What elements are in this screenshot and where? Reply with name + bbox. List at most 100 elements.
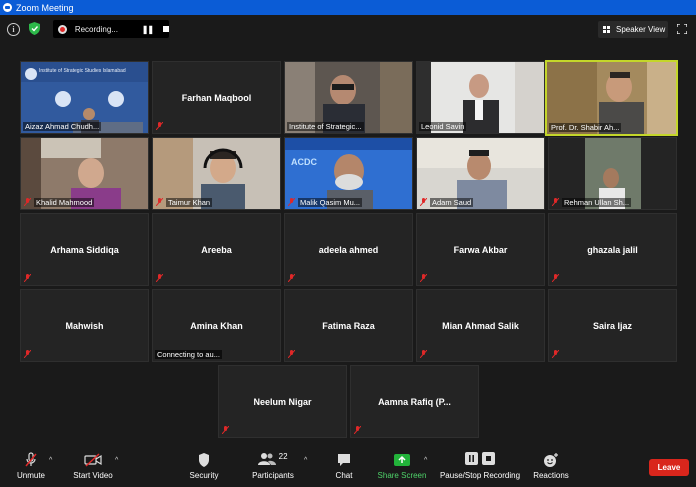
recording-dot-icon	[58, 24, 67, 34]
security-label: Security	[189, 471, 219, 480]
participant-name: Areeba	[201, 244, 232, 255]
muted-mic-icon	[156, 198, 163, 206]
muted-mic-icon	[288, 274, 295, 282]
participant-tile[interactable]: Arhama Siddiqa	[20, 213, 149, 286]
meeting-info-icon[interactable]: i	[7, 23, 20, 36]
muted-mic-icon	[24, 274, 31, 282]
participant-tile[interactable]: Adam Saud	[416, 137, 545, 210]
participant-name: Institute of Strategic...	[287, 122, 364, 131]
participant-tile-active-speaker[interactable]: Prof. Dr. Shabir Ah...	[545, 60, 678, 136]
stop-recording-icon[interactable]	[163, 26, 169, 32]
participant-tile[interactable]: Institute of Strategic Studies Islamabad…	[20, 61, 149, 134]
participant-tile[interactable]: Farwa Akbar	[416, 213, 545, 286]
participant-name: Taimur Khan	[166, 198, 213, 207]
pause-stop-recording-label: Pause/Stop Recording	[439, 471, 521, 480]
view-grid-icon	[603, 25, 611, 34]
zoom-logo-icon	[3, 3, 12, 12]
fullscreen-icon[interactable]	[677, 24, 687, 34]
participant-tile[interactable]: Farhan Maqbool	[152, 61, 281, 134]
participant-tile[interactable]: Institute of Strategic...	[284, 61, 413, 134]
participant-tile[interactable]: Taimur Khan	[152, 137, 281, 210]
participant-name: Aizaz Ahmad Chudh...	[23, 122, 102, 131]
muted-mic-icon	[420, 274, 427, 282]
start-video-button[interactable]: Start Video	[70, 452, 116, 480]
participant-tile[interactable]: adeela ahmed	[284, 213, 413, 286]
participant-name: Farhan Maqbool	[181, 92, 252, 103]
participant-tile[interactable]: Fatima Raza	[284, 289, 413, 362]
stop-icon	[482, 452, 496, 465]
participant-tile[interactable]: Mahwish	[20, 289, 149, 362]
share-options-chevron-icon[interactable]: ^	[424, 457, 427, 464]
recording-indicator: Recording... ❚❚	[53, 20, 169, 38]
muted-mic-icon	[156, 122, 163, 130]
participant-name: Adam Saud	[430, 198, 474, 207]
share-screen-button[interactable]: Share Screen	[376, 452, 428, 480]
participant-tile[interactable]: Leonid Savin	[416, 61, 545, 134]
window-title: Zoom Meeting	[16, 2, 74, 13]
muted-mic-icon	[222, 426, 229, 434]
video-options-chevron-icon[interactable]: ^	[115, 457, 118, 464]
participant-name: Mahwish	[65, 320, 104, 331]
muted-mic-icon	[552, 350, 559, 358]
share-screen-label: Share Screen	[377, 471, 427, 480]
chat-button[interactable]: Chat	[330, 452, 358, 480]
participant-tile[interactable]: Rehman Ullan Sh...	[548, 137, 677, 210]
audio-options-chevron-icon[interactable]: ^	[49, 457, 52, 464]
encryption-shield-icon[interactable]	[29, 22, 40, 35]
shield-icon	[199, 453, 209, 467]
participant-name: Saira Ijaz	[592, 320, 633, 331]
emoji-reaction-icon	[544, 453, 558, 467]
speaker-view-button[interactable]: Speaker View	[598, 21, 668, 38]
meeting-topbar: i Recording... ❚❚ Speaker View	[0, 15, 696, 44]
muted-mic-icon	[354, 426, 361, 434]
unmute-button[interactable]: Unmute	[12, 452, 50, 480]
participant-name: Mian Ahmad Salik	[442, 320, 519, 331]
video-off-icon	[84, 453, 102, 467]
participant-tile[interactable]: ACDC Malik Qasim Mu...	[284, 137, 413, 210]
org-logo-text: Institute of Strategic Studies Islamabad	[39, 68, 126, 74]
muted-mic-icon	[156, 274, 163, 282]
pause-icon	[464, 452, 478, 465]
reactions-button[interactable]: Reactions	[531, 452, 571, 480]
participant-tile[interactable]: Khalid Mahmood	[20, 137, 149, 210]
muted-mic-icon	[288, 198, 295, 206]
muted-mic-icon	[552, 198, 559, 206]
participants-count: 22	[278, 452, 288, 461]
participant-name: Arhama Siddiqa	[50, 244, 119, 255]
participant-tile[interactable]: Aamna Rafiq (P...	[350, 365, 479, 438]
participant-name: Malik Qasim Mu...	[298, 198, 363, 207]
participants-button[interactable]: 22 Participants	[250, 452, 296, 480]
speaker-view-label: Speaker View	[616, 25, 666, 34]
muted-mic-icon	[24, 198, 31, 206]
participant-name: Prof. Dr. Shabir Ah...	[549, 123, 622, 132]
participant-name: Leonid Savin	[419, 122, 467, 131]
participant-name: Aamna Rafiq (P...	[378, 396, 451, 407]
pause-stop-recording-button[interactable]: Pause/Stop Recording	[438, 452, 522, 480]
reactions-label: Reactions	[533, 471, 569, 480]
unmute-label: Unmute	[16, 471, 45, 480]
participant-name: Rehman Ullan Sh...	[562, 198, 632, 207]
start-video-label: Start Video	[73, 471, 113, 480]
leave-button[interactable]: Leave	[649, 459, 689, 476]
participants-options-chevron-icon[interactable]: ^	[304, 457, 307, 464]
window-titlebar: Zoom Meeting	[0, 0, 696, 15]
participant-name: Khalid Mahmood	[34, 198, 95, 207]
participant-name: Amina Khan	[190, 320, 243, 331]
participant-name: Neelum Nigar	[253, 396, 312, 407]
connecting-audio-status: Connecting to au...	[155, 350, 222, 359]
muted-mic-icon	[288, 350, 295, 358]
muted-mic-icon	[420, 350, 427, 358]
participant-tile[interactable]: Amina Khan Connecting to au...	[152, 289, 281, 362]
participant-tile[interactable]: Mian Ahmad Salik	[416, 289, 545, 362]
participant-tile[interactable]: Areeba	[152, 213, 281, 286]
participant-name: ghazala jalil	[587, 244, 638, 255]
participant-tile[interactable]: ghazala jalil	[548, 213, 677, 286]
participant-tile[interactable]: Neelum Nigar	[218, 365, 347, 438]
share-screen-icon	[394, 454, 410, 466]
pause-recording-icon[interactable]: ❚❚	[142, 25, 154, 34]
participant-tile[interactable]: Saira Ijaz	[548, 289, 677, 362]
muted-mic-icon	[24, 350, 31, 358]
security-button[interactable]: Security	[186, 452, 222, 480]
participant-name: adeela ahmed	[318, 244, 379, 255]
participants-label: Participants	[252, 471, 294, 480]
